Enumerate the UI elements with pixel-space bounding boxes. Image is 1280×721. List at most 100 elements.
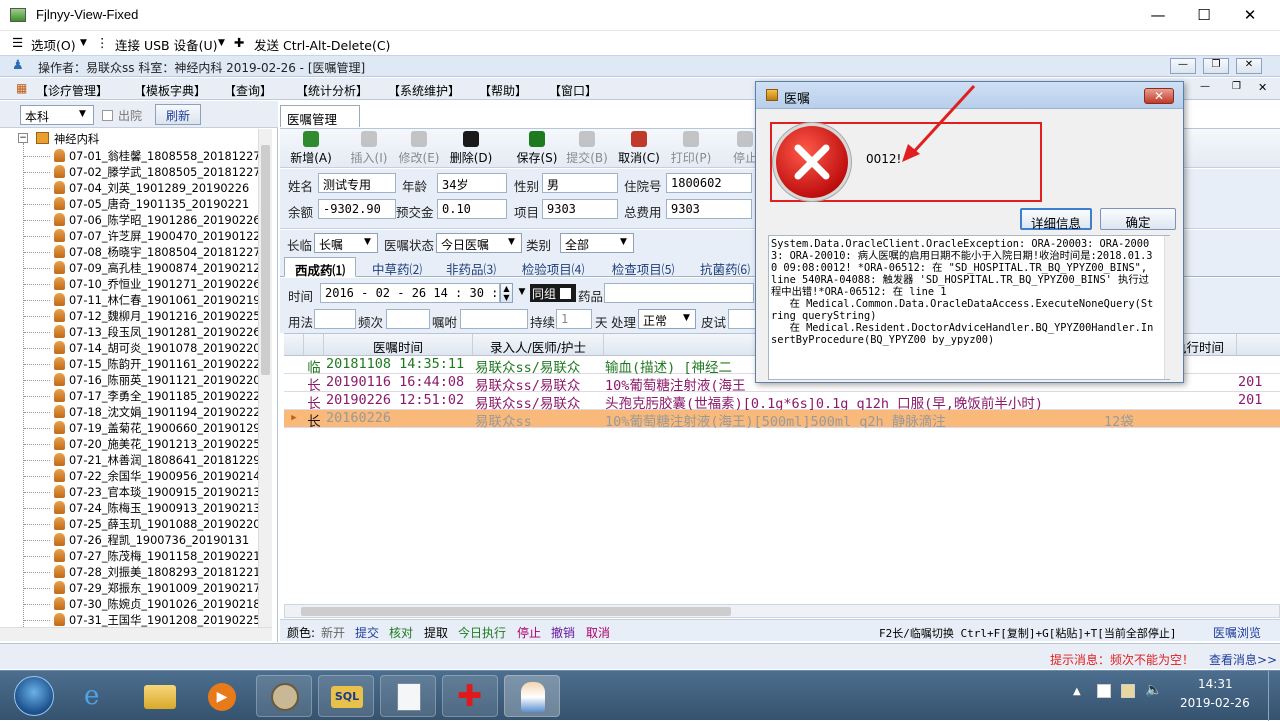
menu-system[interactable]: 【系统维护】: [388, 82, 460, 99]
print-button[interactable]: 打印(P): [664, 131, 718, 166]
edit-button[interactable]: 修改(E): [392, 131, 446, 166]
order-grid-hscroll[interactable]: [284, 604, 1280, 618]
close-button[interactable]: ✕: [1227, 0, 1273, 31]
patient-tree-item[interactable]: 07-06_陈学昭_1901286_20190226: [24, 212, 258, 228]
hospital-app-icon[interactable]: ✚: [442, 675, 498, 717]
patient-tree-item[interactable]: 07-21_林善润_1808641_20181229: [24, 452, 258, 468]
same-group-checkbox[interactable]: [559, 288, 571, 299]
clock-time[interactable]: 14:31: [1198, 677, 1233, 691]
patient-tree-item[interactable]: 07-23_官本琰_1900915_20190213: [24, 484, 258, 500]
drug-input[interactable]: [604, 283, 754, 303]
longterm-select[interactable]: 长嘱 ▼: [314, 233, 378, 253]
patient-tree-item[interactable]: 07-19_盖菊花_1900660_20190129: [24, 420, 258, 436]
patient-tree-item[interactable]: 07-01_翁桂馨_1808558_20181227: [24, 148, 258, 164]
patient-tree-hscroll[interactable]: [0, 627, 272, 641]
dropdown-icon[interactable]: ▼: [516, 285, 528, 299]
delete-button[interactable]: 删除(D): [444, 131, 498, 166]
patient-tree-item[interactable]: 07-20_施美花_1901213_20190225: [24, 436, 258, 452]
patient-tree-item[interactable]: 07-14_胡可炎_1901078_20190220: [24, 340, 258, 356]
tray-volume-icon[interactable]: 🔈: [1145, 682, 1162, 698]
patient-tree-item[interactable]: 07-13_段玉凤_1901281_20190226: [24, 324, 258, 340]
scrollbar-thumb[interactable]: [261, 145, 270, 375]
insert-button[interactable]: 插入(I): [342, 131, 396, 166]
tab-lab-items[interactable]: 检验项目⑷: [512, 257, 594, 277]
patient-tree-item[interactable]: 07-27_陈茂梅_1901158_20190221: [24, 548, 258, 564]
table-row-selected[interactable]: ▶ 长 20160226 易联众ss 10%葡萄糖注射液(海王)[500ml]500ml…: [284, 410, 1280, 428]
col-entered-by[interactable]: 录入人/医师/护士: [473, 337, 603, 356]
order-time-field[interactable]: 2016 - 02 - 26 14 : 30 : 04: [320, 283, 500, 303]
sql-tool-icon[interactable]: SQL: [318, 675, 374, 717]
menu-help[interactable]: 【帮助】: [479, 82, 527, 99]
details-scrollbar[interactable]: [1164, 236, 1176, 379]
same-group-toggle[interactable]: 同组: [530, 284, 576, 302]
menu-clinical[interactable]: 【诊疗管理】: [36, 82, 108, 99]
error-details-text[interactable]: System.Data.OracleClient.OracleException…: [768, 235, 1170, 380]
mdi-minimize-button[interactable]: —: [1170, 58, 1196, 74]
explorer-icon[interactable]: [132, 675, 188, 717]
patient-tree-item[interactable]: 07-07_许芝屏_1900470_20190122: [24, 228, 258, 244]
patient-tree-item[interactable]: 07-15_陈韵开_1901161_20190222: [24, 356, 258, 372]
tree-root-label[interactable]: 神经内科: [54, 131, 99, 147]
tab-order-management[interactable]: 医嘱管理: [280, 105, 360, 127]
patient-tree-item[interactable]: 07-30_陈婉贞_1901026_20190218: [24, 596, 258, 612]
vm-usb-menu[interactable]: 连接 USB 设备(U): [115, 35, 218, 54]
mdi-minimize-icon[interactable]: —: [1200, 81, 1210, 92]
start-button[interactable]: [14, 676, 54, 716]
patient-tree-item[interactable]: 07-17_李勇全_1901185_20190222: [24, 388, 258, 404]
clock-date[interactable]: 2019-02-26: [1180, 696, 1250, 710]
patient-tree-item[interactable]: 07-02_滕学武_1808505_20181227: [24, 164, 258, 180]
patient-tree-scrollbar[interactable]: [258, 129, 272, 627]
patient-tree-item[interactable]: 07-24_陈梅玉_1900913_20190213: [24, 500, 258, 516]
tray-flag-icon[interactable]: [1097, 684, 1111, 698]
doctor-app-icon[interactable]: [504, 675, 560, 717]
patient-tree-item[interactable]: 07-04_刘英_1901289_20190226: [24, 180, 249, 196]
tab-exam-items[interactable]: 检查项目⑸: [602, 257, 684, 277]
document-app-icon[interactable]: [380, 675, 436, 717]
collapse-icon[interactable]: −: [18, 133, 28, 143]
tab-non-drug[interactable]: 非药品⑶: [438, 257, 504, 277]
instruction-input[interactable]: [460, 309, 528, 329]
tray-network-icon[interactable]: [1121, 684, 1135, 698]
col-order-time[interactable]: 医嘱时间: [324, 337, 472, 356]
patient-tree-item[interactable]: 07-26_程凯_1900736_20190131: [24, 532, 249, 548]
menu-statistics[interactable]: 【统计分析】: [296, 82, 368, 99]
patient-tree-item[interactable]: 07-22_余国华_1900956_20190214: [24, 468, 258, 484]
view-messages-link[interactable]: 查看消息>>: [1209, 651, 1277, 668]
details-button[interactable]: 详细信息: [1020, 208, 1092, 231]
menu-window[interactable]: 【窗口】: [549, 82, 597, 99]
mdi-close-icon[interactable]: ✕: [1258, 81, 1267, 94]
handle-select[interactable]: 正常 ▼: [638, 309, 696, 329]
patient-tree-item[interactable]: 07-11_林仁春_1901061_20190219: [24, 292, 258, 308]
time-spinner[interactable]: ▲ ▼: [500, 283, 513, 303]
add-button[interactable]: 新增(A): [284, 131, 338, 166]
discharged-checkbox[interactable]: [102, 110, 113, 121]
media-player-icon[interactable]: ▶: [194, 675, 250, 717]
dept-select[interactable]: 本科 ▼: [20, 105, 94, 125]
patient-tree-item[interactable]: 07-12_魏柳月_1901216_20190225: [24, 308, 258, 324]
menu-template[interactable]: 【模板字典】: [134, 82, 206, 99]
vm-options-menu[interactable]: 选项(O): [31, 35, 76, 54]
ok-button[interactable]: 确定: [1100, 208, 1176, 230]
ie-icon[interactable]: e: [70, 675, 126, 717]
tab-herbal[interactable]: 中草药⑵: [364, 257, 430, 277]
refresh-button[interactable]: 刷新: [155, 104, 201, 125]
scrollbar-thumb[interactable]: [301, 607, 731, 616]
mdi-restore-icon[interactable]: ❐: [1232, 81, 1241, 92]
patient-tree-item[interactable]: 07-09_高孔桂_1900874_20190212: [24, 260, 258, 276]
skin-test-input[interactable]: [728, 309, 758, 329]
compass-app-icon[interactable]: [256, 675, 312, 717]
show-desktop-button[interactable]: [1268, 671, 1280, 721]
minimize-button[interactable]: —: [1135, 0, 1181, 31]
tray-expand-icon[interactable]: ▲: [1073, 686, 1081, 697]
patient-tree-item[interactable]: 07-29_郑振东_1901009_20190217: [24, 580, 258, 596]
frequency-input[interactable]: [386, 309, 430, 329]
patient-tree-item[interactable]: 07-25_薛玉玑_1901088_20190220: [24, 516, 258, 532]
patient-tree-item[interactable]: 07-28_刘振美_1808293_20181221: [24, 564, 258, 580]
patient-tree-item[interactable]: 07-05_唐奇_1901135_20190221: [24, 196, 249, 212]
save-button[interactable]: 保存(S): [510, 131, 564, 166]
patient-tree-item[interactable]: 07-08_杨晓宇_1808504_20181227: [24, 244, 258, 260]
order-browse-link[interactable]: 医嘱浏览: [1213, 624, 1261, 641]
dialog-close-button[interactable]: ✕: [1144, 88, 1174, 104]
tab-antibiotics[interactable]: 抗菌药⑹: [692, 257, 758, 277]
undo-button[interactable]: 取消(C): [612, 131, 666, 166]
